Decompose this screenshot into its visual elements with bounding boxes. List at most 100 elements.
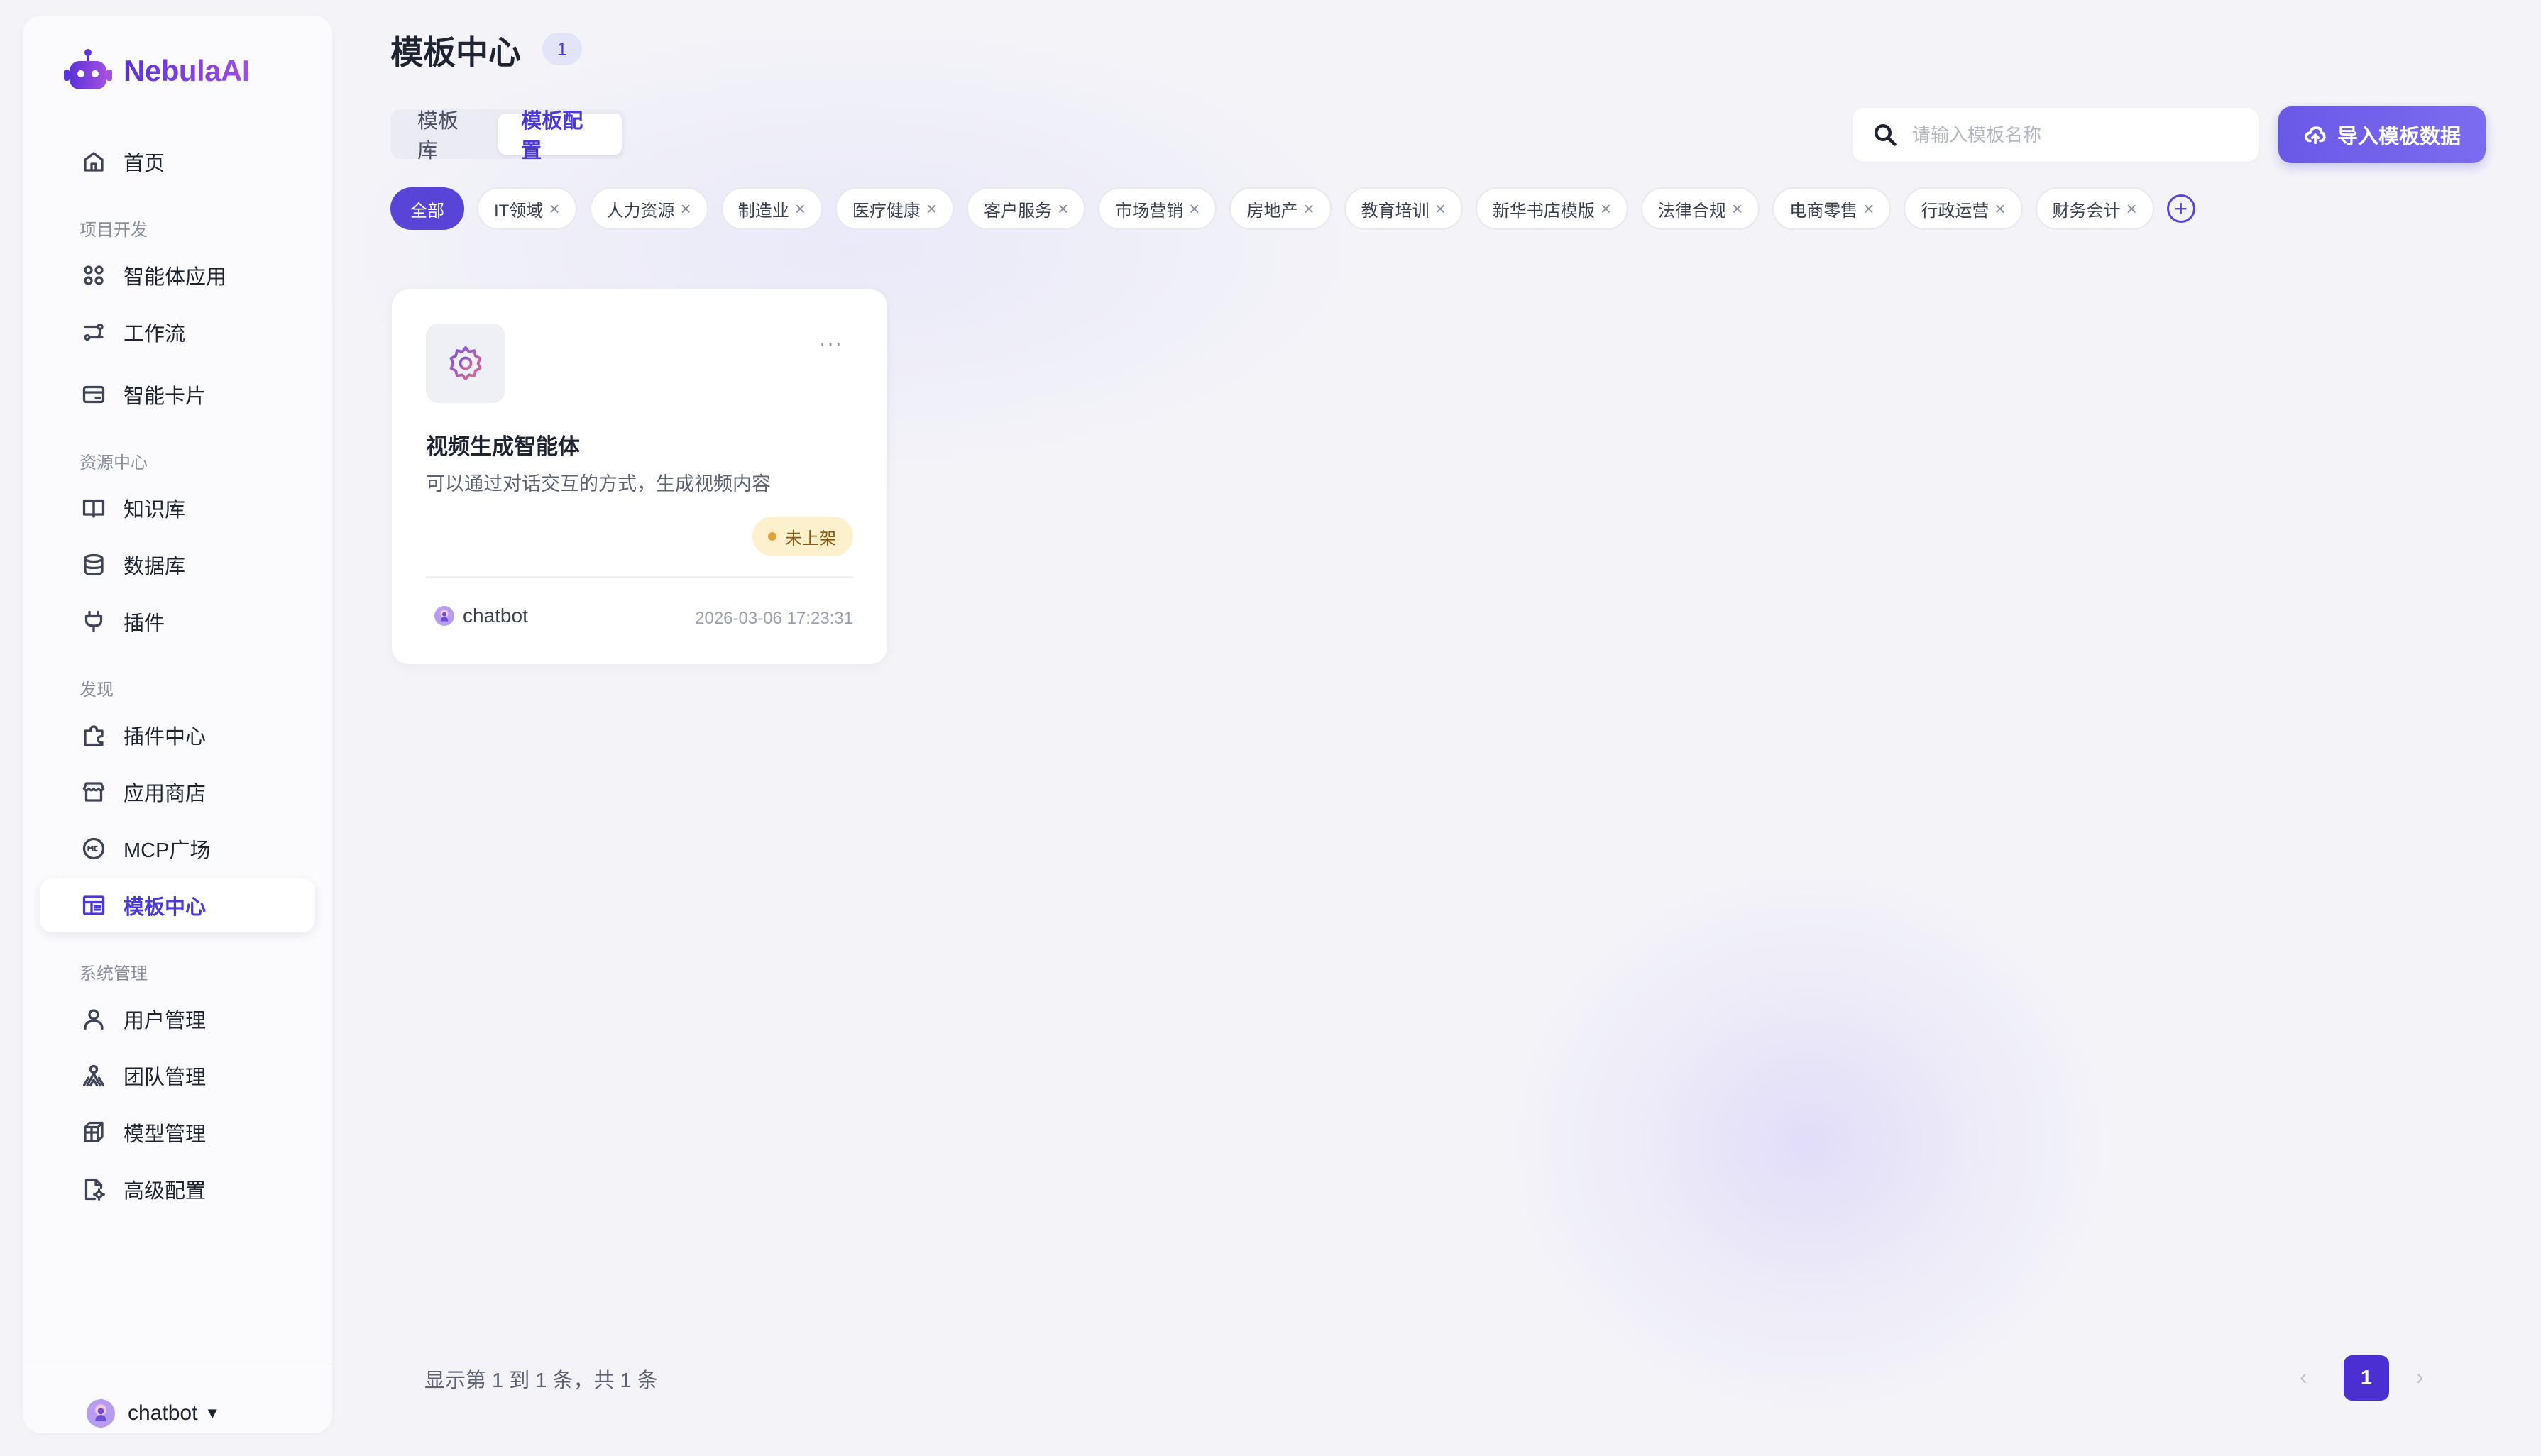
sidebar-item-advanced-config[interactable]: 高级配置 xyxy=(40,1162,315,1216)
tag-item[interactable]: IT领域 × xyxy=(477,187,577,230)
sidebar-item-app-store[interactable]: 应用商店 xyxy=(40,765,315,819)
close-icon[interactable]: × xyxy=(1435,198,1446,220)
tag-label: 新华书店模版 xyxy=(1492,201,1595,221)
home-icon xyxy=(79,148,108,176)
close-icon[interactable]: × xyxy=(2126,198,2137,220)
sidebar-item-label: 团队管理 xyxy=(124,1066,207,1089)
tag-item[interactable]: 客户服务 × xyxy=(967,187,1086,230)
chevron-left-icon[interactable]: ‹ xyxy=(2300,1364,2307,1390)
tag-item[interactable]: 财务会计 × xyxy=(2035,187,2154,230)
status-dot-icon xyxy=(768,532,776,541)
chevron-right-icon[interactable]: › xyxy=(2416,1364,2424,1390)
card-avatar xyxy=(426,324,505,403)
card-divider xyxy=(426,576,853,578)
card-icon xyxy=(79,380,108,409)
sidebar-item-mcp[interactable]: MCP广场 xyxy=(40,822,315,876)
add-tag-icon[interactable]: + xyxy=(2166,194,2195,223)
close-icon[interactable]: × xyxy=(1601,198,1611,220)
tag-all[interactable]: 全部 xyxy=(390,187,464,230)
more-options-icon[interactable]: ··· xyxy=(819,332,843,355)
tag-label: 制造业 xyxy=(737,201,789,221)
gear-icon xyxy=(449,346,482,381)
puzzle-icon xyxy=(79,721,108,749)
card-title: 视频生成智能体 xyxy=(426,434,580,459)
sidebar-item-user-management[interactable]: 用户管理 xyxy=(40,992,315,1046)
status-badge: 未上架 xyxy=(752,517,853,556)
tag-item[interactable]: 法律合规 × xyxy=(1641,187,1760,230)
close-icon[interactable]: × xyxy=(1303,198,1314,220)
sidebar-item-home[interactable]: 首页 xyxy=(40,135,315,189)
avatar xyxy=(434,606,454,626)
sidebar-item-smart-card[interactable]: 智能卡片 xyxy=(40,368,315,421)
logo[interactable]: NebulaAI xyxy=(60,43,251,99)
tag-item[interactable]: 电商零售 × xyxy=(1772,187,1892,230)
pagination-info: 显示第 1 到 1 条，共 1 条 xyxy=(424,1369,658,1392)
section-title: 项目开发 xyxy=(79,221,148,240)
tag-item[interactable]: 教育培训 × xyxy=(1344,187,1463,230)
sidebar-item-label: 插件中心 xyxy=(124,726,207,749)
sidebar-item-label: 智能卡片 xyxy=(124,385,207,408)
sidebar-item-label: 应用商店 xyxy=(124,783,207,805)
sidebar-item-database[interactable]: 数据库 xyxy=(40,538,315,592)
close-icon[interactable]: × xyxy=(549,198,559,220)
apps-grid-icon xyxy=(79,261,108,289)
tag-label: 人力资源 xyxy=(606,201,675,221)
user-icon xyxy=(79,1005,108,1033)
tab-template-library[interactable]: 模板库 xyxy=(395,110,498,162)
owner-name: chatbot xyxy=(463,605,528,627)
sidebar-item-workflow[interactable]: 工作流 xyxy=(40,305,315,359)
database-icon xyxy=(79,551,108,579)
settings-file-icon xyxy=(79,1175,108,1203)
tag-item[interactable]: 新华书店模版 × xyxy=(1475,187,1629,230)
close-icon[interactable]: × xyxy=(795,198,806,220)
tag-label: 法律合规 xyxy=(1658,201,1727,221)
sidebar-item-knowledge[interactable]: 知识库 xyxy=(40,481,315,535)
sidebar-item-plugin[interactable]: 插件 xyxy=(40,595,315,649)
avatar xyxy=(87,1399,115,1428)
sidebar-item-label: 智能体应用 xyxy=(124,266,227,289)
tag-label: IT领域 xyxy=(494,201,544,221)
page-button-current[interactable]: 1 xyxy=(2344,1355,2389,1401)
sidebar-item-label: 高级配置 xyxy=(124,1180,207,1203)
close-icon[interactable]: × xyxy=(1189,198,1200,220)
sidebar-item-label: 模型管理 xyxy=(124,1123,207,1146)
robot-logo-icon xyxy=(64,49,112,89)
tag-item[interactable]: 市场营销 × xyxy=(1098,187,1217,230)
sidebar-item-template-center[interactable]: 模板中心 xyxy=(40,878,315,932)
template-card[interactable]: ··· 视频生成智能体 可以通过对话交互的方式，生成视频内容 未上架 chatb… xyxy=(392,289,887,664)
close-icon[interactable]: × xyxy=(1863,198,1874,220)
import-template-button[interactable]: 导入模板数据 xyxy=(2278,106,2486,163)
search-input[interactable] xyxy=(1911,123,2247,147)
tag-item[interactable]: 行政运营 × xyxy=(1904,187,2023,230)
sidebar-item-label: 模板中心 xyxy=(124,896,207,919)
user-name: chatbot xyxy=(128,1401,198,1425)
sidebar-item-model-management[interactable]: 模型管理 xyxy=(40,1105,315,1159)
tag-item[interactable]: 房地产 × xyxy=(1229,187,1332,230)
sidebar-item-plugin-center[interactable]: 插件中心 xyxy=(40,708,315,762)
close-icon[interactable]: × xyxy=(681,198,691,220)
close-icon[interactable]: × xyxy=(1058,198,1068,220)
user-menu[interactable]: chatbot ▼ xyxy=(87,1399,220,1428)
sidebar-item-label: 用户管理 xyxy=(124,1010,207,1032)
tab-template-config[interactable]: 模板配置 xyxy=(498,110,622,162)
card-description: 可以通过对话交互的方式，生成视频内容 xyxy=(426,473,771,495)
close-icon[interactable]: × xyxy=(1994,198,2005,220)
tag-label: 财务会计 xyxy=(2052,201,2121,221)
tag-item[interactable]: 医疗健康 × xyxy=(835,187,955,230)
app-name: NebulaAI xyxy=(124,54,251,87)
sidebar-item-team-management[interactable]: 团队管理 xyxy=(40,1049,315,1103)
count-badge: 1 xyxy=(542,33,582,65)
template-icon xyxy=(79,891,108,920)
status-label: 未上架 xyxy=(785,529,836,548)
sidebar-item-agent-apps[interactable]: 智能体应用 xyxy=(40,248,315,302)
tag-item[interactable]: 人力资源 × xyxy=(589,187,708,230)
close-icon[interactable]: × xyxy=(926,198,937,220)
team-icon xyxy=(79,1061,108,1090)
card-owner: chatbot xyxy=(426,605,528,627)
close-icon[interactable]: × xyxy=(1732,198,1743,220)
mcp-icon xyxy=(79,834,108,863)
section-title: 系统管理 xyxy=(79,964,148,983)
tag-item[interactable]: 制造业 × xyxy=(720,187,823,230)
sidebar-item-label: 首页 xyxy=(124,153,165,175)
workflow-icon xyxy=(79,318,108,346)
